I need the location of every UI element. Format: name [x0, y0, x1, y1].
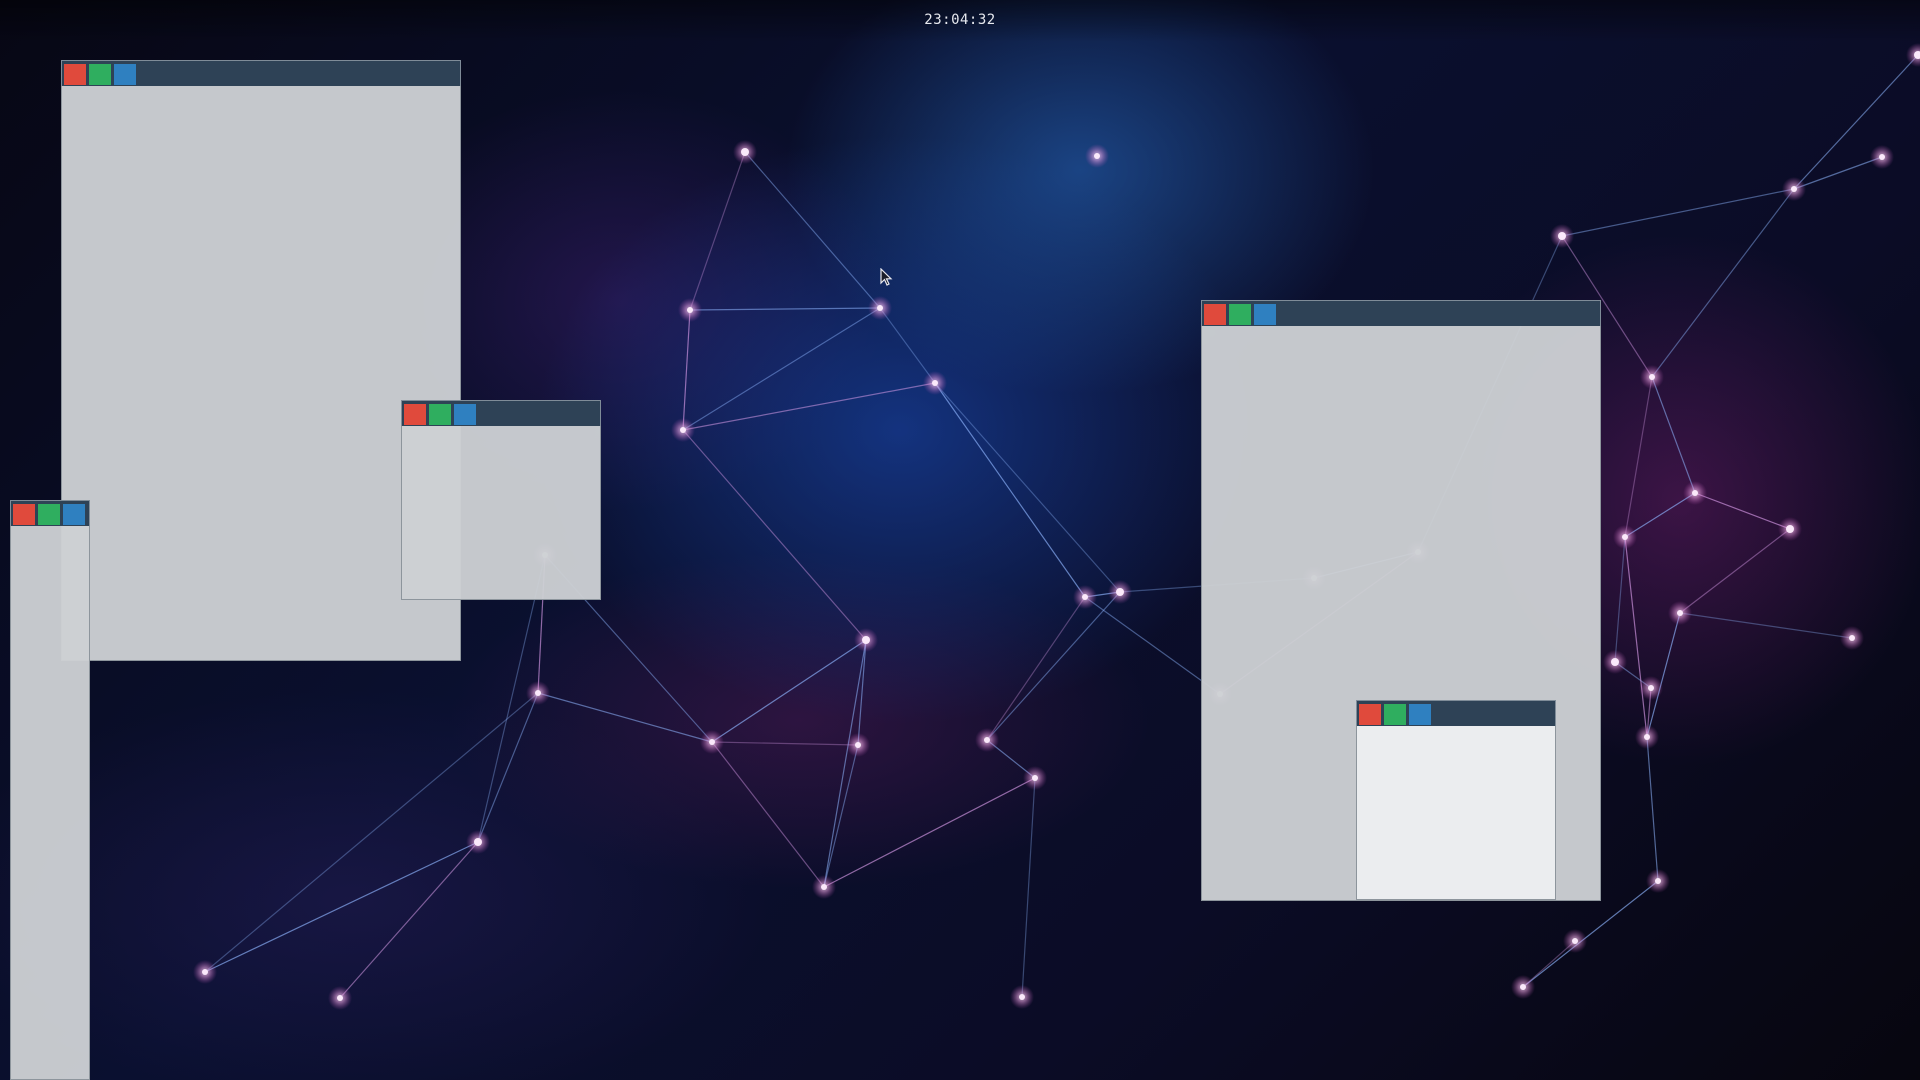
maximize-icon[interactable] — [89, 64, 111, 85]
window-2-content[interactable] — [401, 426, 601, 600]
window-5-titlebar[interactable] — [1356, 700, 1556, 726]
window-1-titlebar[interactable] — [61, 60, 461, 86]
window-3-titlebar[interactable] — [10, 500, 90, 526]
minimize-icon[interactable] — [454, 404, 476, 425]
close-icon[interactable] — [64, 64, 86, 85]
window-5-content[interactable] — [1356, 726, 1556, 900]
window-5[interactable] — [1356, 700, 1556, 900]
minimize-icon[interactable] — [114, 64, 136, 85]
desktop-background[interactable]: 23:04:32 — [0, 0, 1920, 1080]
close-icon[interactable] — [13, 504, 35, 525]
close-icon[interactable] — [1359, 704, 1381, 725]
window-2[interactable] — [401, 400, 601, 600]
close-icon[interactable] — [1204, 304, 1226, 325]
maximize-icon[interactable] — [38, 504, 60, 525]
minimize-icon[interactable] — [63, 504, 85, 525]
maximize-icon[interactable] — [1229, 304, 1251, 325]
window-3-content[interactable] — [10, 526, 90, 1080]
window-2-titlebar[interactable] — [401, 400, 601, 426]
maximize-icon[interactable] — [429, 404, 451, 425]
minimize-icon[interactable] — [1254, 304, 1276, 325]
clock: 23:04:32 — [924, 12, 996, 28]
window-4-titlebar[interactable] — [1201, 300, 1601, 326]
top-bar: 23:04:32 — [0, 0, 1920, 42]
minimize-icon[interactable] — [1409, 704, 1431, 725]
maximize-icon[interactable] — [1384, 704, 1406, 725]
window-3[interactable] — [10, 500, 90, 1080]
arrow-cursor-icon — [880, 268, 893, 286]
close-icon[interactable] — [404, 404, 426, 425]
